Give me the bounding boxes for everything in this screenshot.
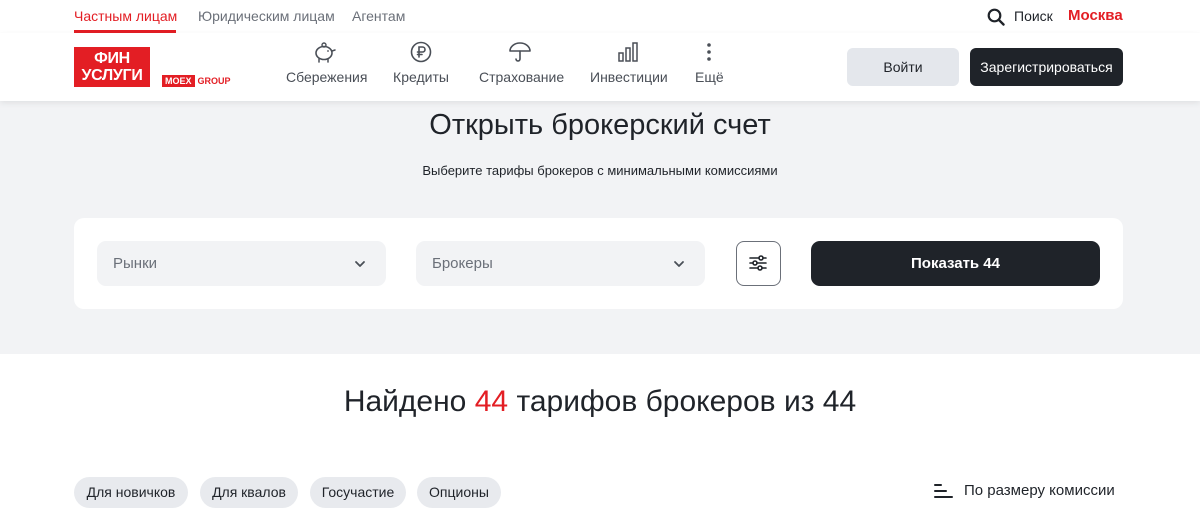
- nav-label: Сбережения: [286, 69, 368, 85]
- brokers-select-label: Брокеры: [432, 255, 493, 272]
- partner-logo-mark: MOEX: [162, 75, 195, 87]
- nav-label: Кредиты: [393, 69, 449, 85]
- show-results-button[interactable]: Показать 44: [811, 241, 1100, 286]
- sliders-icon: [749, 255, 767, 271]
- results-count: 44: [474, 385, 509, 418]
- markets-select-label: Рынки: [113, 255, 158, 272]
- nav-credits[interactable]: Кредиты: [393, 41, 449, 85]
- logo-line-1: ФИН: [94, 50, 130, 67]
- top-strip: Частным лицам Юридическим лицам Агентам …: [0, 0, 1200, 33]
- chevron-down-icon: [674, 261, 684, 267]
- segment-private[interactable]: Частным лицам: [74, 8, 177, 24]
- nav-label: Страхование: [479, 69, 565, 85]
- results-heading: Найдено 44 тарифов брокеров из 44: [0, 385, 1200, 419]
- umbrella-icon: [508, 42, 531, 62]
- sort-label: По размеру комиссии: [964, 482, 1115, 499]
- register-button[interactable]: Зарегистрироваться: [970, 48, 1123, 86]
- login-button[interactable]: Войти: [847, 48, 959, 86]
- more-vertical-icon: [706, 43, 711, 61]
- piggy-bank-icon: [315, 42, 336, 63]
- partner-logo: MOEX GROUP: [162, 75, 231, 87]
- nav-label: Инвестиции: [590, 69, 668, 85]
- search-link[interactable]: Поиск: [1014, 8, 1053, 24]
- nav-insurance[interactable]: Страхование: [479, 41, 565, 85]
- advanced-filters-button[interactable]: [736, 241, 781, 286]
- page-title: Открыть брокерский счет: [429, 109, 771, 141]
- page-subtitle: Выберите тарифы брокеров с минимальными …: [422, 163, 778, 178]
- main-header: ФИН УСЛУГИ MOEX GROUP Сбережения Кредиты…: [0, 33, 1200, 101]
- chip-qualified[interactable]: Для квалов: [200, 477, 298, 508]
- nav-label: Ещё: [695, 69, 724, 85]
- chip-options[interactable]: Опционы: [417, 477, 501, 508]
- chevron-down-icon: [355, 261, 365, 267]
- results-heading-suffix: тарифов брокеров из 44: [516, 385, 857, 418]
- ruble-icon: [410, 41, 432, 63]
- segment-business[interactable]: Юридическим лицам: [198, 8, 335, 24]
- logo-line-2: УСЛУГИ: [81, 67, 143, 84]
- segment-agents[interactable]: Агентам: [352, 8, 405, 24]
- city-selector[interactable]: Москва: [1068, 7, 1123, 24]
- markets-select[interactable]: Рынки: [97, 241, 386, 286]
- hero-section: Открыть брокерский счет Выберите тарифы …: [0, 101, 1200, 354]
- chip-state[interactable]: Госучастие: [310, 477, 406, 508]
- sort-icon: [934, 483, 953, 498]
- sort-selector[interactable]: По размеру комиссии: [934, 482, 1115, 499]
- brokers-select[interactable]: Брокеры: [416, 241, 705, 286]
- bar-chart-icon: [618, 42, 638, 62]
- nav-investments[interactable]: Инвестиции: [590, 41, 668, 85]
- logo[interactable]: ФИН УСЛУГИ: [74, 47, 150, 87]
- filter-card: Рынки Брокеры Показать 44: [74, 218, 1123, 309]
- nav-more[interactable]: Ещё: [695, 41, 724, 85]
- search-icon[interactable]: [987, 8, 1005, 26]
- results-heading-prefix: Найдено: [343, 385, 467, 418]
- nav-savings[interactable]: Сбережения: [286, 41, 368, 85]
- chip-beginners[interactable]: Для новичков: [74, 477, 188, 508]
- partner-logo-text: GROUP: [197, 76, 231, 86]
